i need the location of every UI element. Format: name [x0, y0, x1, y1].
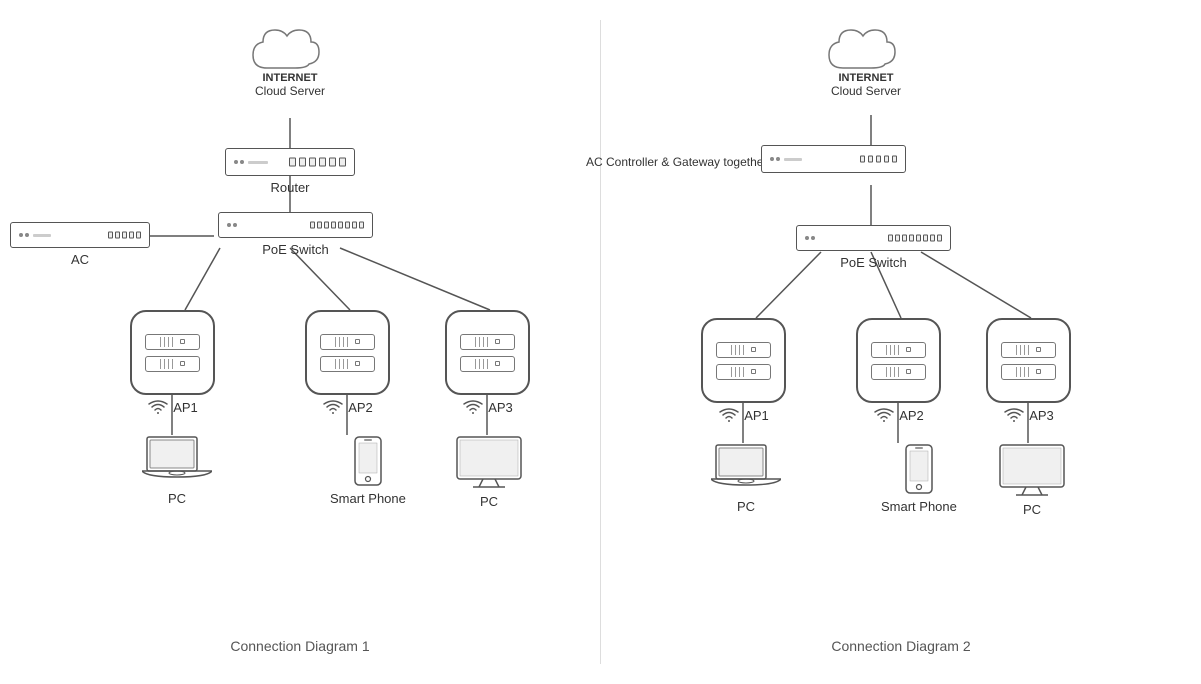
ac-label-1: AC — [71, 252, 89, 267]
pc2-label-2: PC — [1023, 502, 1041, 517]
ap1-node-2: AP1 — [701, 318, 786, 423]
laptop-icon-2 — [711, 443, 781, 495]
wifi-icon-ap3-1 — [462, 399, 484, 415]
pc2-node-2: PC — [998, 443, 1066, 517]
router-label-1: Router — [270, 180, 309, 195]
ap3-device-2 — [986, 318, 1071, 403]
ap2-label-2: AP2 — [899, 408, 924, 423]
laptop-icon-1 — [142, 435, 212, 487]
ap3-label-1: AP3 — [488, 400, 513, 415]
phone-node-2: Smart Phone — [881, 443, 957, 514]
diagram2-caption: Connection Diagram 2 — [831, 638, 970, 654]
poe-switch-node-1: PoE Switch — [218, 212, 373, 257]
ac-device-1 — [10, 222, 150, 248]
cloud-server-2: INTERNET Cloud Server — [821, 20, 911, 98]
ap2-device-1 — [305, 310, 390, 395]
cloud-server-1: INTERNET Cloud Server — [245, 20, 335, 98]
ac-gateway-text-2: AC Controller & Gateway together — [586, 155, 767, 169]
wifi-icon-ap1-1 — [147, 399, 169, 415]
ap1-device-1 — [130, 310, 215, 395]
ac-gateway-device-2 — [761, 145, 906, 173]
diagram-2: INTERNET Cloud Server AC Controller & Ga… — [601, 0, 1201, 684]
pc2-node-1: PC — [455, 435, 523, 509]
phone-label-2: Smart Phone — [881, 499, 957, 514]
cloud-icon-1 — [245, 20, 335, 80]
ap1-device-2 — [701, 318, 786, 403]
poe-switch-device-2 — [796, 225, 951, 251]
wifi-icon-ap2-1 — [322, 399, 344, 415]
ap2-node-2: AP2 — [856, 318, 941, 423]
cloud-text-2: INTERNET Cloud Server — [831, 72, 901, 98]
pc2-label-1: PC — [480, 494, 498, 509]
ap1-node-1: AP1 — [130, 310, 215, 415]
monitor-icon-1 — [455, 435, 523, 490]
main-container: INTERNET Cloud Server Router — [0, 0, 1201, 684]
ap1-label-2: AP1 — [744, 408, 769, 423]
ap3-node-2: AP3 — [986, 318, 1071, 423]
phone-label-1: Smart Phone — [330, 491, 406, 506]
wifi-icon-ap2-2 — [873, 407, 895, 423]
ap2-node-1: AP2 — [305, 310, 390, 415]
ap2-device-2 — [856, 318, 941, 403]
diagram1-caption: Connection Diagram 1 — [230, 638, 369, 654]
phone-node-1: Smart Phone — [330, 435, 406, 506]
cloud-text-1: INTERNET Cloud Server — [255, 72, 325, 98]
monitor-icon-2 — [998, 443, 1066, 498]
pc1-node-2: PC — [711, 443, 781, 514]
pc1-label-2: PC — [737, 499, 755, 514]
ap3-label-2: AP3 — [1029, 408, 1054, 423]
poe-switch-node-2: PoE Switch — [796, 225, 951, 270]
wifi-icon-ap1-2 — [718, 407, 740, 423]
ac-gateway-node-2: AC Controller & Gateway together — [761, 145, 906, 173]
ap3-device-1 — [445, 310, 530, 395]
ap2-label-1: AP2 — [348, 400, 373, 415]
router-device-1 — [225, 148, 355, 176]
phone-icon-1 — [353, 435, 383, 487]
poe-switch-label-2: PoE Switch — [840, 255, 906, 270]
poe-switch-device-1 — [218, 212, 373, 238]
pc1-node-1: PC — [142, 435, 212, 506]
cloud-icon-2 — [821, 20, 911, 80]
router-node-1: Router — [225, 148, 355, 195]
phone-icon-2 — [904, 443, 934, 495]
wifi-icon-ap3-2 — [1003, 407, 1025, 423]
ap3-node-1: AP3 — [445, 310, 530, 415]
pc1-label-1: PC — [168, 491, 186, 506]
ap1-label-1: AP1 — [173, 400, 198, 415]
poe-switch-label-1: PoE Switch — [262, 242, 328, 257]
diagram-1: INTERNET Cloud Server Router — [0, 0, 600, 684]
ac-node-1: AC — [10, 222, 150, 267]
